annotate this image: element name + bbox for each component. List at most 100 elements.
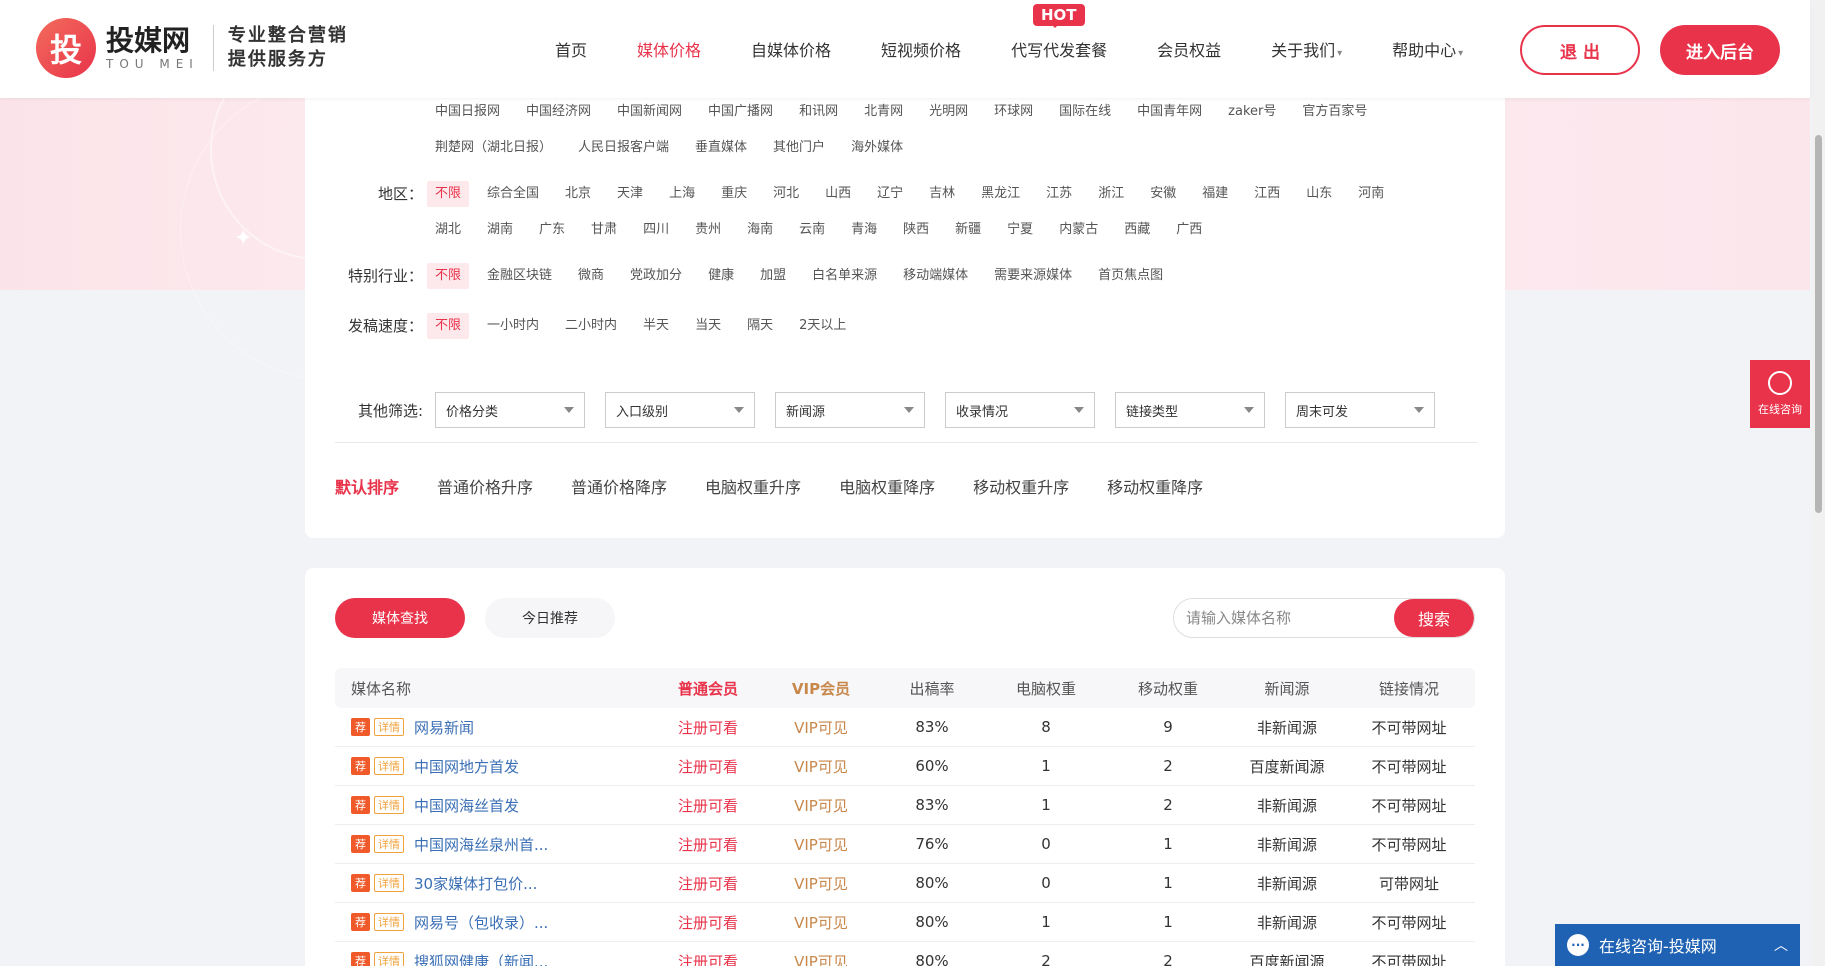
- media-name-link[interactable]: 中国网地方首发: [414, 756, 519, 777]
- normal-member-price[interactable]: 注册可看: [651, 951, 765, 966]
- vip-member-price[interactable]: VIP可见: [765, 756, 877, 777]
- region-option[interactable]: 江西: [1254, 176, 1280, 212]
- industry-option[interactable]: 需要来源媒体: [994, 258, 1072, 294]
- industry-option[interactable]: 首页焦点图: [1098, 258, 1163, 294]
- region-option[interactable]: 山西: [825, 176, 851, 212]
- source-option[interactable]: 中国广播网: [708, 94, 773, 130]
- region-option[interactable]: 综合全国: [487, 176, 539, 212]
- col-normal-member[interactable]: 普通会员: [651, 678, 765, 699]
- normal-member-price[interactable]: 注册可看: [651, 834, 765, 855]
- source-option[interactable]: 人民日报客户端: [578, 130, 669, 166]
- detail-tag[interactable]: 详情: [374, 757, 404, 775]
- source-option[interactable]: 中国日报网: [435, 94, 500, 130]
- nav-member-benefits[interactable]: 会员权益: [1157, 37, 1221, 61]
- industry-option[interactable]: 党政加分: [630, 258, 682, 294]
- nav-short-video-price[interactable]: 短视频价格: [881, 37, 961, 61]
- region-option[interactable]: 重庆: [721, 176, 747, 212]
- industry-option[interactable]: 微商: [578, 258, 604, 294]
- industry-option[interactable]: 加盟: [760, 258, 786, 294]
- region-option[interactable]: 天津: [617, 176, 643, 212]
- source-option[interactable]: 北青网: [864, 94, 903, 130]
- region-option[interactable]: 河北: [773, 176, 799, 212]
- detail-tag[interactable]: 详情: [374, 952, 404, 966]
- nav-media-price[interactable]: 媒体价格: [637, 37, 701, 61]
- vip-member-price[interactable]: VIP可见: [765, 912, 877, 933]
- region-option[interactable]: 江苏: [1046, 176, 1072, 212]
- industry-option[interactable]: 移动端媒体: [903, 258, 968, 294]
- region-option[interactable]: 西藏: [1124, 212, 1150, 248]
- detail-tag[interactable]: 详情: [374, 718, 404, 736]
- speed-option[interactable]: 不限: [427, 313, 470, 339]
- source-option[interactable]: 荆楚网（湖北日报）: [435, 130, 552, 166]
- vip-member-price[interactable]: VIP可见: [765, 717, 877, 738]
- media-name-link[interactable]: 网易新闻: [414, 717, 474, 738]
- source-option[interactable]: 环球网: [994, 94, 1033, 130]
- region-option[interactable]: 辽宁: [877, 176, 903, 212]
- source-option[interactable]: 和讯网: [799, 94, 838, 130]
- sort-option[interactable]: 移动权重降序: [1107, 474, 1203, 498]
- region-option[interactable]: 宁夏: [1007, 212, 1033, 248]
- region-option[interactable]: 广东: [539, 212, 565, 248]
- detail-tag[interactable]: 详情: [374, 913, 404, 931]
- region-option[interactable]: 新疆: [955, 212, 981, 248]
- media-name-link[interactable]: 中国网海丝首发: [414, 795, 519, 816]
- region-option[interactable]: 安徽: [1150, 176, 1176, 212]
- industry-option[interactable]: 白名单来源: [812, 258, 877, 294]
- region-option[interactable]: 贵州: [695, 212, 721, 248]
- region-option[interactable]: 吉林: [929, 176, 955, 212]
- source-option[interactable]: 垂直媒体: [695, 130, 747, 166]
- normal-member-price[interactable]: 注册可看: [651, 873, 765, 894]
- col-vip-member[interactable]: VIP会员: [765, 678, 877, 699]
- detail-tag[interactable]: 详情: [374, 796, 404, 814]
- sort-option[interactable]: 默认排序: [335, 474, 399, 498]
- filter-select[interactable]: 周末可发: [1285, 392, 1435, 428]
- industry-option[interactable]: 金融区块链: [487, 258, 552, 294]
- sort-option[interactable]: 普通价格降序: [571, 474, 667, 498]
- tab-today-recommend[interactable]: 今日推荐: [485, 598, 615, 638]
- side-consult-button[interactable]: 在线咨询: [1750, 360, 1810, 428]
- region-option[interactable]: 湖北: [435, 212, 461, 248]
- speed-option[interactable]: 二小时内: [565, 308, 617, 344]
- source-option[interactable]: 海外媒体: [851, 130, 903, 166]
- vip-member-price[interactable]: VIP可见: [765, 873, 877, 894]
- speed-option[interactable]: 2天以上: [799, 308, 846, 344]
- source-option[interactable]: 光明网: [929, 94, 968, 130]
- region-option[interactable]: 陕西: [903, 212, 929, 248]
- enter-admin-button[interactable]: 进入后台: [1660, 25, 1780, 75]
- region-option[interactable]: 海南: [747, 212, 773, 248]
- source-option[interactable]: 中国青年网: [1137, 94, 1202, 130]
- nav-about-us[interactable]: 关于我们 ▾: [1271, 37, 1342, 61]
- industry-option[interactable]: 健康: [708, 258, 734, 294]
- source-option[interactable]: zaker号: [1228, 94, 1276, 130]
- filter-select[interactable]: 入口级别: [605, 392, 755, 428]
- region-option[interactable]: 山东: [1306, 176, 1332, 212]
- detail-tag[interactable]: 详情: [374, 874, 404, 892]
- region-option[interactable]: 上海: [669, 176, 695, 212]
- filter-select[interactable]: 收录情况: [945, 392, 1095, 428]
- detail-tag[interactable]: 详情: [374, 835, 404, 853]
- speed-option[interactable]: 半天: [643, 308, 669, 344]
- tab-media-find[interactable]: 媒体查找: [335, 598, 465, 638]
- filter-select[interactable]: 链接类型: [1115, 392, 1265, 428]
- speed-option[interactable]: 当天: [695, 308, 721, 344]
- region-option[interactable]: 广西: [1176, 212, 1202, 248]
- region-option[interactable]: 河南: [1358, 176, 1384, 212]
- media-name-link[interactable]: 中国网海丝泉州首...: [414, 834, 548, 855]
- filter-select[interactable]: 价格分类: [435, 392, 585, 428]
- media-name-link[interactable]: 30家媒体打包价...: [414, 873, 537, 894]
- media-name-link[interactable]: 网易号（包收录）...: [414, 912, 548, 933]
- region-option[interactable]: 湖南: [487, 212, 513, 248]
- source-option[interactable]: 中国经济网: [526, 94, 591, 130]
- sort-option[interactable]: 普通价格升序: [437, 474, 533, 498]
- speed-option[interactable]: 一小时内: [487, 308, 539, 344]
- site-logo[interactable]: 投 投媒网 TOU MEI 专业整合营销 提供服务方: [36, 18, 348, 78]
- vip-member-price[interactable]: VIP可见: [765, 834, 877, 855]
- region-option[interactable]: 福建: [1202, 176, 1228, 212]
- search-input[interactable]: [1174, 599, 1394, 637]
- nav-home[interactable]: 首页: [555, 37, 587, 61]
- region-option[interactable]: 云南: [799, 212, 825, 248]
- sort-option[interactable]: 电脑权重升序: [705, 474, 801, 498]
- media-name-link[interactable]: 搜狐网健康（新闻...: [414, 951, 548, 966]
- normal-member-price[interactable]: 注册可看: [651, 756, 765, 777]
- chat-widget-bar[interactable]: ··· 在线咨询-投媒网 ︿: [1555, 924, 1800, 966]
